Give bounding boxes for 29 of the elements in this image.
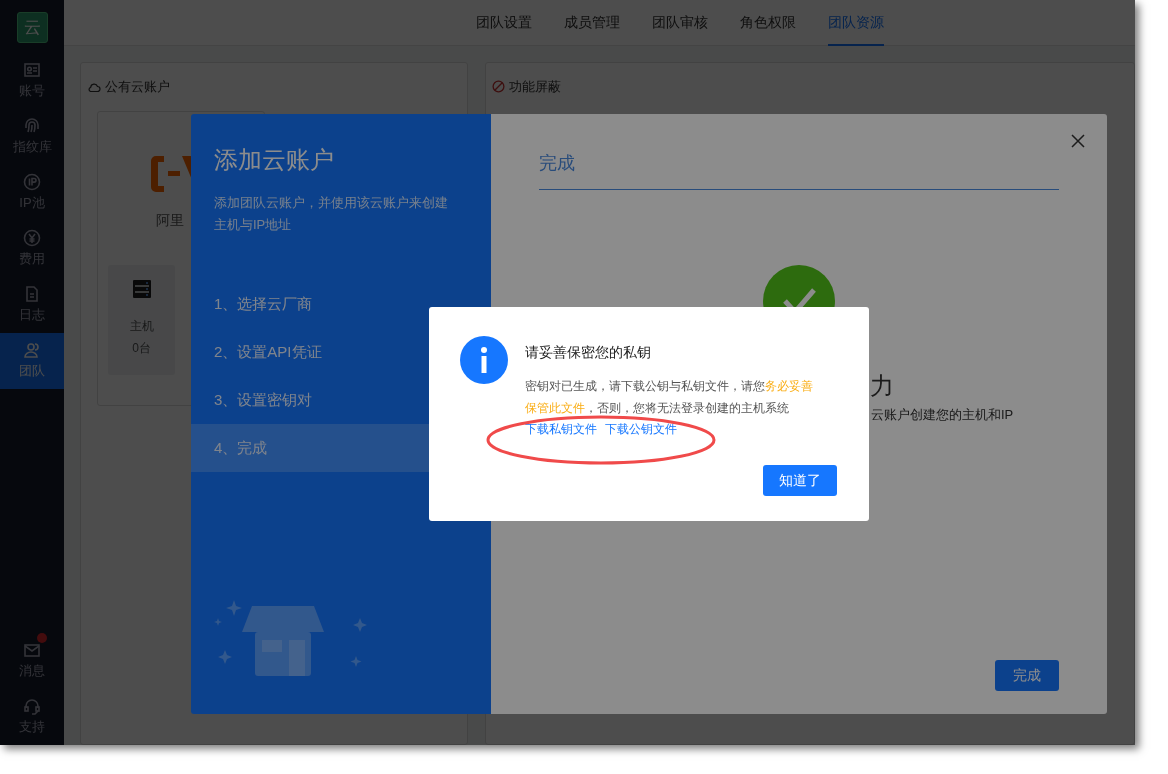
card-title: 公有云账户 bbox=[105, 78, 170, 96]
tab[interactable]: 团队资源 bbox=[828, 0, 884, 46]
tab[interactable]: 团队设置 bbox=[476, 0, 532, 46]
server-icon bbox=[131, 278, 152, 299]
success-text: 云账户创建您的主机和IP bbox=[871, 406, 1014, 424]
sidebar-item[interactable]: 团队 bbox=[0, 333, 64, 389]
ban-icon bbox=[492, 80, 505, 94]
tab[interactable]: 团队审核 bbox=[652, 0, 708, 46]
id-card-icon bbox=[23, 61, 41, 80]
yen-icon bbox=[23, 229, 41, 248]
alert-title: 请妥善保密您的私钥 bbox=[525, 343, 652, 362]
download-link[interactable]: 下载私钥文件 bbox=[525, 420, 597, 438]
close-icon[interactable] bbox=[1071, 134, 1085, 148]
download-link[interactable]: 下载公钥文件 bbox=[605, 420, 677, 438]
info-icon bbox=[460, 336, 508, 384]
success-title: 力 bbox=[870, 371, 894, 401]
mail-icon bbox=[23, 641, 41, 660]
ok-button[interactable]: 知道了 bbox=[763, 465, 837, 496]
team-icon bbox=[23, 341, 41, 360]
logo: 云 bbox=[16, 12, 48, 43]
document-icon bbox=[23, 285, 41, 304]
alert-message: 密钥对已生成，请下载公钥与私钥文件，请您务必妥善保管此文件，否则，您将无法登录创建的主机系统 bbox=[525, 378, 814, 417]
headset-icon bbox=[23, 697, 41, 716]
ip-icon bbox=[23, 173, 41, 192]
tab[interactable]: 成员管理 bbox=[564, 0, 620, 46]
card-title: 功能屏蔽 bbox=[509, 78, 561, 96]
step-heading: 完成 bbox=[539, 150, 1059, 190]
done-button[interactable]: 完成 bbox=[995, 660, 1059, 691]
cloud-icon bbox=[87, 80, 101, 93]
